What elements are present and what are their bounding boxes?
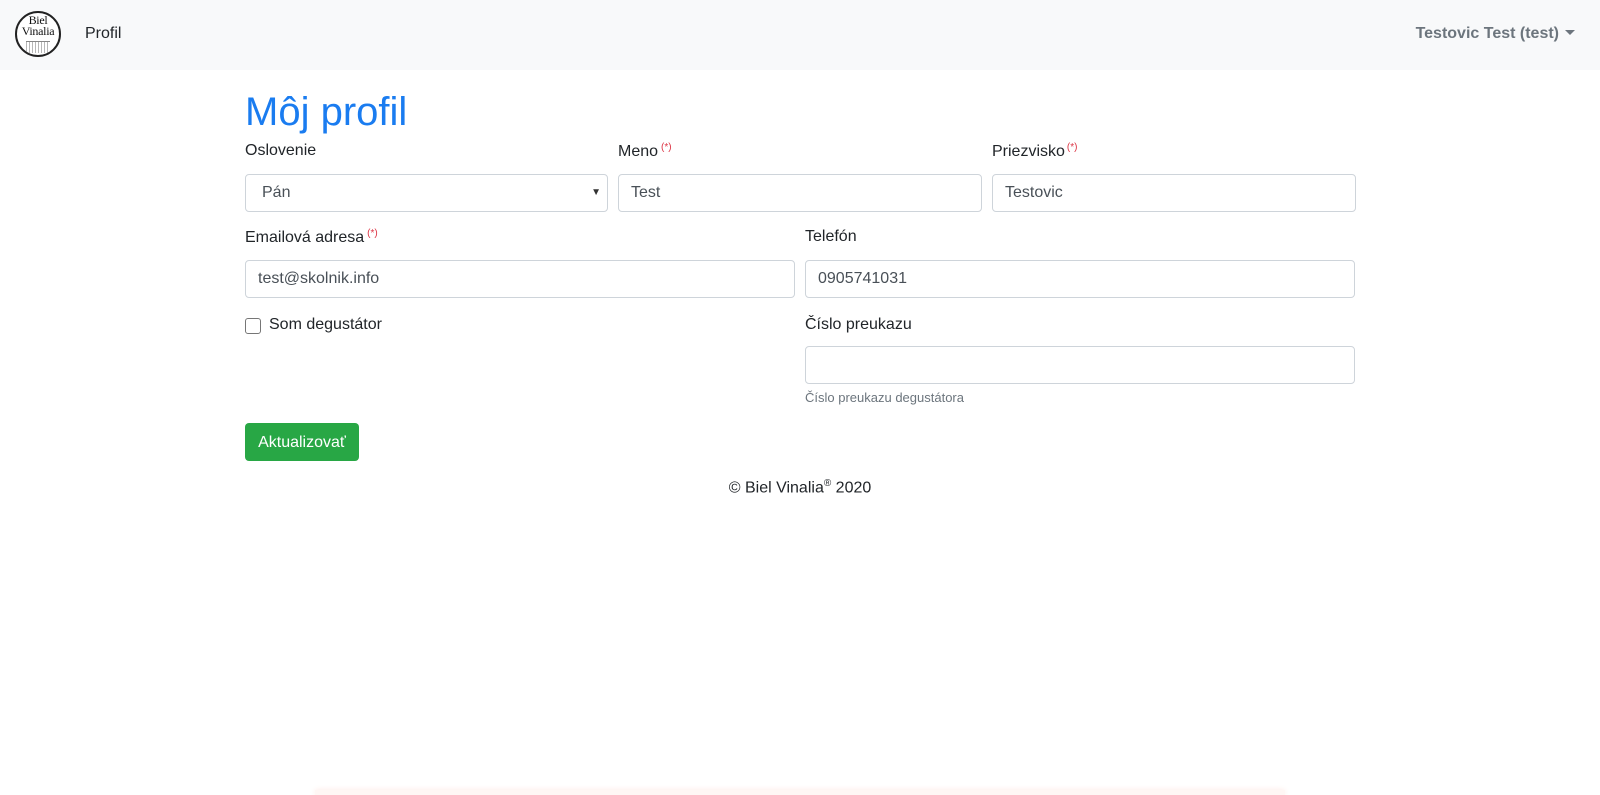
- logo[interactable]: Biel Vinalia: [15, 11, 61, 57]
- first-name-label: Meno (*): [618, 142, 672, 160]
- logo-illustration: [26, 41, 50, 53]
- salutation-value: Pán: [262, 184, 291, 201]
- page-title: Môj profil: [245, 90, 408, 134]
- last-name-label: Priezvisko (*): [992, 142, 1078, 160]
- card-number-label: Číslo preukazu: [805, 316, 912, 333]
- last-name-value: Testovic: [1005, 184, 1063, 201]
- user-menu-label: Testovic Test (test): [1415, 25, 1559, 42]
- bottom-edge-shadow: [315, 790, 1285, 795]
- first-name-value: Test: [631, 184, 661, 201]
- card-number-input[interactable]: [805, 346, 1355, 384]
- user-menu-dropdown[interactable]: Testovic Test (test): [1416, 25, 1575, 43]
- top-navbar: Biel Vinalia Profil Testovic Test (test): [0, 0, 1600, 70]
- card-number-help: Číslo preukazu degustátora: [805, 390, 964, 405]
- phone-input[interactable]: 0905741031: [805, 260, 1355, 298]
- footer-copyright: © Biel Vinalia® 2020: [728, 478, 872, 497]
- update-button[interactable]: Aktualizovať: [245, 423, 359, 461]
- salutation-label: Oslovenie: [245, 142, 317, 159]
- first-name-input[interactable]: Test: [618, 174, 982, 212]
- required-mark: (*): [661, 142, 672, 153]
- taster-checkbox[interactable]: [245, 318, 261, 334]
- email-value: test@skolnik.info: [258, 270, 380, 287]
- last-name-input[interactable]: Testovic: [992, 174, 1356, 212]
- taster-checkbox-label[interactable]: Som degustátor: [269, 316, 382, 334]
- email-input[interactable]: test@skolnik.info: [245, 260, 795, 298]
- required-mark: (*): [1066, 142, 1078, 153]
- caret-down-icon: [1565, 30, 1575, 35]
- logo-text: Biel Vinalia: [21, 13, 55, 38]
- salutation-select[interactable]: Pán ▼: [245, 174, 608, 212]
- phone-label: Telefón: [805, 228, 857, 245]
- email-label: Emailová adresa (*): [245, 228, 378, 246]
- phone-value: 0905741031: [818, 270, 907, 287]
- select-arrow-icon: ▼: [591, 187, 601, 198]
- nav-profile-link[interactable]: Profil: [85, 25, 121, 43]
- required-mark: (*): [367, 228, 378, 239]
